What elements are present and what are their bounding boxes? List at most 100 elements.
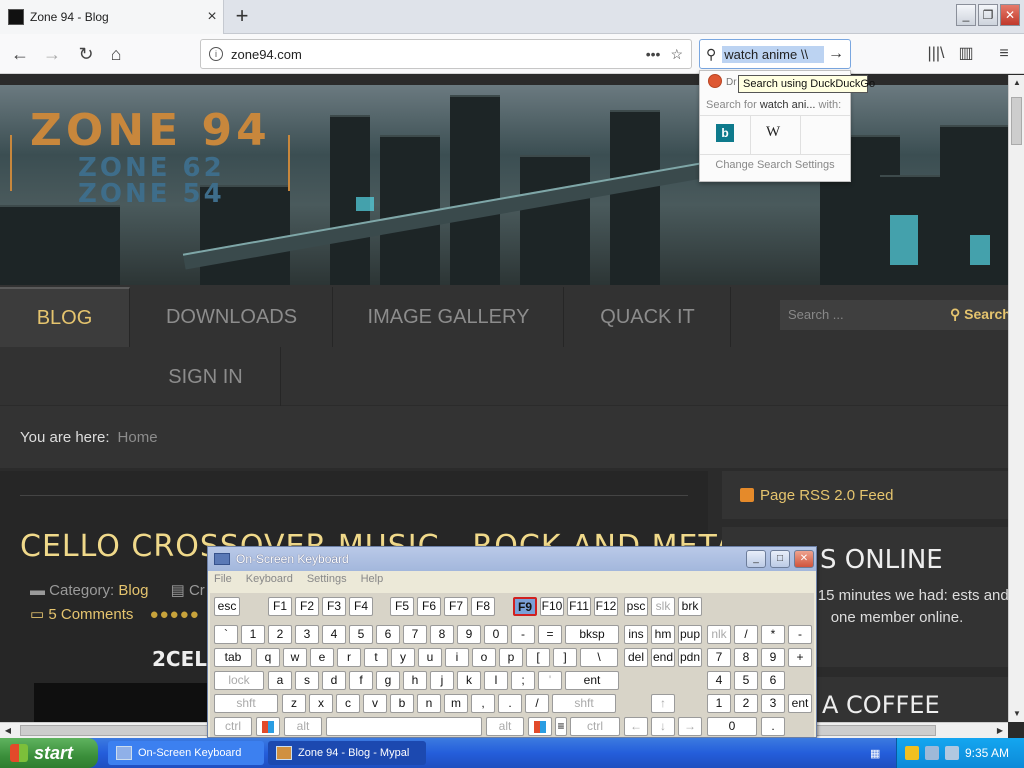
key-j[interactable]: j: [430, 671, 454, 690]
key-n[interactable]: n: [417, 694, 441, 713]
key-[interactable]: ]: [553, 648, 577, 667]
key-[interactable]: ↑: [651, 694, 675, 713]
browser-search-box[interactable]: ⚲ watch anime \\ →: [699, 39, 851, 69]
library-icon[interactable]: |||\: [924, 42, 948, 66]
scroll-left-icon[interactable]: ◀: [0, 723, 16, 739]
key-F11[interactable]: F11: [567, 597, 591, 616]
taskbar-item-browser[interactable]: Zone 94 - Blog - Mypal: [268, 741, 426, 765]
key-ent[interactable]: ent: [788, 694, 812, 713]
key-6[interactable]: 6: [761, 671, 785, 690]
home-icon[interactable]: ⌂: [102, 40, 130, 68]
key-7[interactable]: 7: [403, 625, 427, 644]
key-y[interactable]: y: [391, 648, 415, 667]
bookmark-star-icon[interactable]: ☆: [670, 46, 683, 63]
key-3[interactable]: 3: [295, 625, 319, 644]
key-F5[interactable]: F5: [390, 597, 414, 616]
search-go-icon[interactable]: →: [828, 45, 844, 63]
volume-icon[interactable]: [945, 746, 959, 760]
key-space[interactable]: [326, 717, 482, 736]
key-w[interactable]: w: [283, 648, 307, 667]
key-[interactable]: ,: [471, 694, 495, 713]
video-thumbnail[interactable]: [34, 683, 214, 722]
key-[interactable]: =: [538, 625, 562, 644]
key-[interactable]: -: [511, 625, 535, 644]
osk-menu-settings[interactable]: Settings: [307, 573, 347, 591]
back-icon[interactable]: ←: [6, 40, 34, 68]
key-g[interactable]: g: [376, 671, 400, 690]
key-psc[interactable]: psc: [624, 597, 648, 616]
key-[interactable]: `: [214, 625, 238, 644]
osk-titlebar[interactable]: On-Screen Keyboard _ □ ✕: [208, 547, 816, 571]
key-t[interactable]: t: [364, 648, 388, 667]
comments-link[interactable]: 5 Comments: [48, 606, 133, 623]
key-[interactable]: →: [678, 717, 702, 736]
vertical-scrollbar[interactable]: ▲ ▼: [1008, 75, 1024, 722]
sidebar-toggle-icon[interactable]: ▥: [954, 42, 978, 66]
osk-maximize-button[interactable]: □: [770, 550, 790, 568]
security-shield-icon[interactable]: [905, 746, 919, 760]
scroll-right-icon[interactable]: ▶: [992, 723, 1008, 739]
key-3[interactable]: 3: [761, 694, 785, 713]
key-o[interactable]: o: [472, 648, 496, 667]
change-search-settings[interactable]: Change Search Settings: [700, 159, 850, 171]
key-shft[interactable]: shft: [214, 694, 278, 713]
window-minimize-button[interactable]: _: [956, 4, 976, 26]
scroll-down-icon[interactable]: ▼: [1009, 706, 1024, 722]
key-q[interactable]: q: [256, 648, 280, 667]
key-hm[interactable]: hm: [651, 625, 675, 644]
page-actions-icon[interactable]: •••: [646, 46, 661, 62]
url-text[interactable]: zone94.com: [231, 47, 636, 62]
key-0[interactable]: 0: [484, 625, 508, 644]
key-9[interactable]: 9: [761, 648, 785, 667]
key-u[interactable]: u: [418, 648, 442, 667]
duckduckgo-icon[interactable]: [708, 74, 722, 88]
key-ctrl[interactable]: ctrl: [214, 717, 252, 736]
key-k[interactable]: k: [457, 671, 481, 690]
key-5[interactable]: 5: [349, 625, 373, 644]
key-[interactable]: ←: [624, 717, 648, 736]
key-esc[interactable]: esc: [214, 597, 240, 616]
site-search-input[interactable]: Search ...: [780, 300, 944, 330]
key-e[interactable]: e: [310, 648, 334, 667]
menu-item-downloads[interactable]: DOWNLOADS: [131, 287, 333, 347]
osk-minimize-button[interactable]: _: [746, 550, 766, 568]
key-[interactable]: .: [761, 717, 785, 736]
key-[interactable]: /: [734, 625, 758, 644]
key-[interactable]: +: [788, 648, 812, 667]
key-v[interactable]: v: [363, 694, 387, 713]
key-F1[interactable]: F1: [268, 597, 292, 616]
key-bksp[interactable]: bksp: [565, 625, 619, 644]
key-z[interactable]: z: [282, 694, 306, 713]
key-x[interactable]: x: [309, 694, 333, 713]
key-[interactable]: /: [525, 694, 549, 713]
menu-hamburger-icon[interactable]: ≡: [992, 42, 1016, 66]
site-info-icon[interactable]: i: [209, 47, 223, 61]
key-1[interactable]: 1: [241, 625, 265, 644]
url-bar[interactable]: i zone94.com ••• ☆: [200, 39, 692, 69]
key-4[interactable]: 4: [707, 671, 731, 690]
rss-link[interactable]: Page RSS 2.0 Feed: [760, 487, 893, 504]
key-1[interactable]: 1: [707, 694, 731, 713]
key-2[interactable]: 2: [734, 694, 758, 713]
key-F8[interactable]: F8: [471, 597, 495, 616]
key-F7[interactable]: F7: [444, 597, 468, 616]
key-ins[interactable]: ins: [624, 625, 648, 644]
taskbar-item-osk[interactable]: On-Screen Keyboard: [108, 741, 264, 765]
menu-item-image-gallery[interactable]: IMAGE GALLERY: [334, 287, 564, 347]
key-[interactable]: ': [538, 671, 562, 690]
search-input[interactable]: watch anime \\: [722, 45, 824, 63]
key-6[interactable]: 6: [376, 625, 400, 644]
scroll-thumb[interactable]: [1011, 97, 1022, 145]
reload-icon[interactable]: ↻: [72, 40, 100, 68]
key-lock[interactable]: lock: [214, 671, 264, 690]
key-F12[interactable]: F12: [594, 597, 618, 616]
network-icon[interactable]: [925, 746, 939, 760]
key-[interactable]: .: [498, 694, 522, 713]
key-end[interactable]: end: [651, 648, 675, 667]
key-context-menu[interactable]: ≡: [555, 717, 567, 736]
key-d[interactable]: d: [322, 671, 346, 690]
key-F10[interactable]: F10: [540, 597, 564, 616]
key-[interactable]: \: [580, 648, 618, 667]
new-tab-button[interactable]: +: [230, 4, 254, 28]
key-[interactable]: ↓: [651, 717, 675, 736]
